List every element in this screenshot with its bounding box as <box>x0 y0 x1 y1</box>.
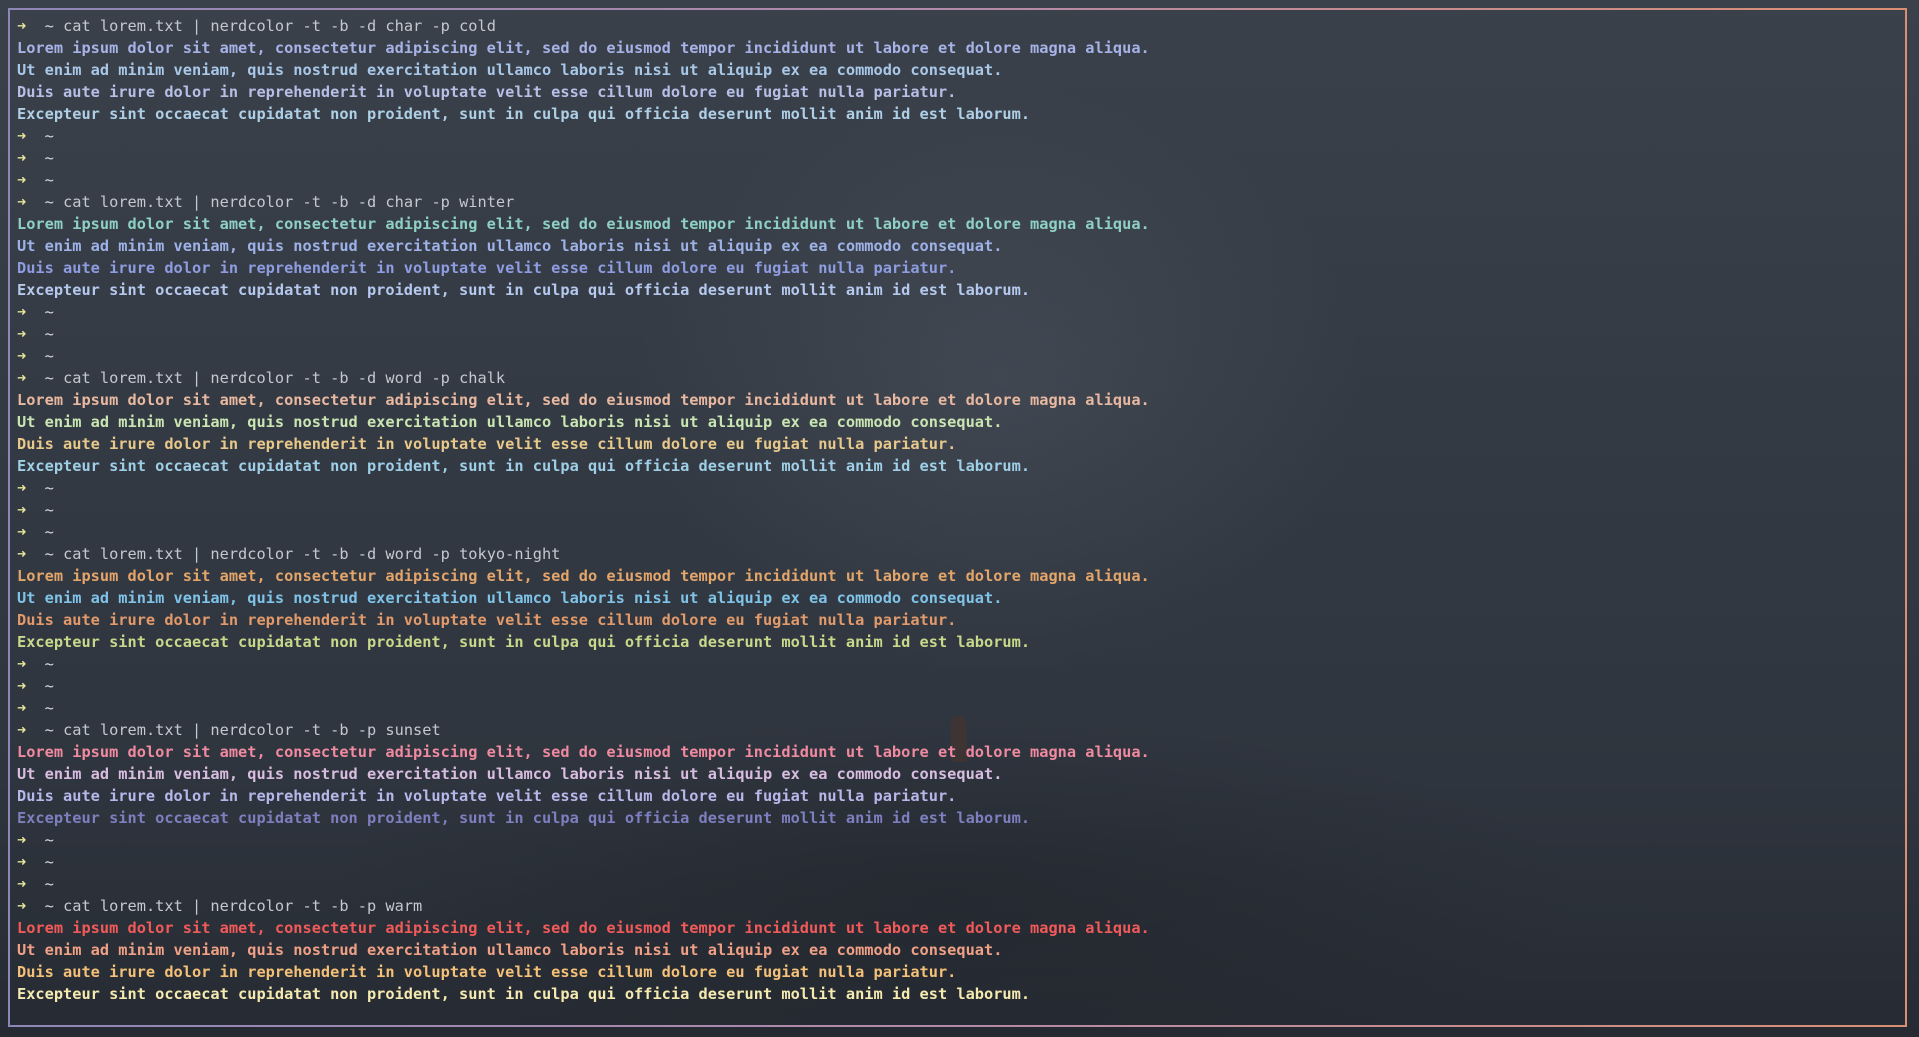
prompt-cwd: ~ <box>44 303 54 321</box>
output-line: Ut enim ad minim veniam, quis nostrud ex… <box>17 589 1003 607</box>
command-text: cat lorem.txt | nerdcolor -t -b -p warm <box>63 897 423 915</box>
prompt-cwd: ~ <box>44 853 54 871</box>
prompt-cwd: ~ <box>44 149 54 167</box>
output-line: Lorem ipsum dolor sit amet, consectetur … <box>17 567 1150 585</box>
output-line: Ut enim ad minim veniam, quis nostrud ex… <box>17 413 1003 431</box>
output-line: Ut enim ad minim veniam, quis nostrud ex… <box>17 61 1003 79</box>
empty-prompt-line: ➜ ~ <box>17 499 1897 521</box>
output-line: Duis aute irure dolor in reprehenderit i… <box>17 259 957 277</box>
prompt-arrow-icon: ➜ <box>17 699 27 717</box>
command-line: ➜ ~ cat lorem.txt | nerdcolor -t -b -d w… <box>17 367 1897 389</box>
prompt-arrow-icon: ➜ <box>17 875 27 893</box>
prompt-arrow-icon: ➜ <box>17 655 27 673</box>
output-line: Lorem ipsum dolor sit amet, consectetur … <box>17 39 1150 57</box>
prompt-cwd: ~ <box>44 545 54 563</box>
prompt-arrow-icon: ➜ <box>17 127 27 145</box>
prompt-arrow-icon: ➜ <box>17 193 27 211</box>
prompt-cwd: ~ <box>44 479 54 497</box>
prompt-cwd: ~ <box>44 369 54 387</box>
empty-prompt-line: ➜ ~ <box>17 521 1897 543</box>
output-line: Excepteur sint occaecat cupidatat non pr… <box>17 105 1031 123</box>
prompt-arrow-icon: ➜ <box>17 523 27 541</box>
prompt-arrow-icon: ➜ <box>17 897 27 915</box>
prompt-arrow-icon: ➜ <box>17 347 27 365</box>
empty-prompt-line: ➜ ~ <box>17 147 1897 169</box>
output-line: Ut enim ad minim veniam, quis nostrud ex… <box>17 941 1003 959</box>
command-line: ➜ ~ cat lorem.txt | nerdcolor -t -b -d w… <box>17 543 1897 565</box>
command-text: cat lorem.txt | nerdcolor -t -b -d word … <box>63 545 561 563</box>
prompt-cwd: ~ <box>44 501 54 519</box>
prompt-cwd: ~ <box>44 699 54 717</box>
prompt-cwd: ~ <box>44 325 54 343</box>
command-text: cat lorem.txt | nerdcolor -t -b -d word … <box>63 369 506 387</box>
prompt-cwd: ~ <box>44 17 54 35</box>
command-line: ➜ ~ cat lorem.txt | nerdcolor -t -b -p s… <box>17 719 1897 741</box>
prompt-cwd: ~ <box>44 127 54 145</box>
command-text: cat lorem.txt | nerdcolor -t -b -p sunse… <box>63 721 441 739</box>
prompt-cwd: ~ <box>44 523 54 541</box>
prompt-cwd: ~ <box>44 677 54 695</box>
prompt-cwd: ~ <box>44 347 54 365</box>
command-text: cat lorem.txt | nerdcolor -t -b -d char … <box>63 193 515 211</box>
output-line: Duis aute irure dolor in reprehenderit i… <box>17 787 957 805</box>
empty-prompt-line: ➜ ~ <box>17 125 1897 147</box>
prompt-cwd: ~ <box>44 171 54 189</box>
prompt-cwd: ~ <box>44 875 54 893</box>
output-line: Lorem ipsum dolor sit amet, consectetur … <box>17 391 1150 409</box>
empty-prompt-line: ➜ ~ <box>17 829 1897 851</box>
output-line: Lorem ipsum dolor sit amet, consectetur … <box>17 919 1150 937</box>
output-line: Duis aute irure dolor in reprehenderit i… <box>17 611 957 629</box>
output-line: Excepteur sint occaecat cupidatat non pr… <box>17 985 1031 1003</box>
output-line: Ut enim ad minim veniam, quis nostrud ex… <box>17 237 1003 255</box>
command-line: ➜ ~ cat lorem.txt | nerdcolor -t -b -d c… <box>17 191 1897 213</box>
prompt-arrow-icon: ➜ <box>17 831 27 849</box>
prompt-arrow-icon: ➜ <box>17 17 27 35</box>
empty-prompt-line: ➜ ~ <box>17 675 1897 697</box>
prompt-arrow-icon: ➜ <box>17 677 27 695</box>
empty-prompt-line: ➜ ~ <box>17 345 1897 367</box>
prompt-cwd: ~ <box>44 831 54 849</box>
prompt-arrow-icon: ➜ <box>17 721 27 739</box>
output-line: Duis aute irure dolor in reprehenderit i… <box>17 963 957 981</box>
output-line: Lorem ipsum dolor sit amet, consectetur … <box>17 743 1150 761</box>
prompt-arrow-icon: ➜ <box>17 853 27 871</box>
empty-prompt-line: ➜ ~ <box>17 301 1897 323</box>
output-line: Excepteur sint occaecat cupidatat non pr… <box>17 281 1031 299</box>
output-line: Duis aute irure dolor in reprehenderit i… <box>17 83 957 101</box>
empty-prompt-line: ➜ ~ <box>17 169 1897 191</box>
empty-prompt-line: ➜ ~ <box>17 697 1897 719</box>
output-line: Lorem ipsum dolor sit amet, consectetur … <box>17 215 1150 233</box>
output-line: Excepteur sint occaecat cupidatat non pr… <box>17 809 1031 827</box>
desktop-wallpaper: ➜ ~ cat lorem.txt | nerdcolor -t -b -d c… <box>0 0 1919 1037</box>
prompt-arrow-icon: ➜ <box>17 303 27 321</box>
prompt-cwd: ~ <box>44 655 54 673</box>
output-line: Excepteur sint occaecat cupidatat non pr… <box>17 457 1031 475</box>
prompt-arrow-icon: ➜ <box>17 325 27 343</box>
prompt-arrow-icon: ➜ <box>17 171 27 189</box>
prompt-cwd: ~ <box>44 193 54 211</box>
command-text: cat lorem.txt | nerdcolor -t -b -d char … <box>63 17 496 35</box>
terminal-output-area[interactable]: ➜ ~ cat lorem.txt | nerdcolor -t -b -d c… <box>17 15 1897 1005</box>
output-line: Excepteur sint occaecat cupidatat non pr… <box>17 633 1031 651</box>
prompt-arrow-icon: ➜ <box>17 501 27 519</box>
empty-prompt-line: ➜ ~ <box>17 323 1897 345</box>
empty-prompt-line: ➜ ~ <box>17 851 1897 873</box>
prompt-arrow-icon: ➜ <box>17 149 27 167</box>
prompt-cwd: ~ <box>44 897 54 915</box>
prompt-arrow-icon: ➜ <box>17 479 27 497</box>
prompt-arrow-icon: ➜ <box>17 545 27 563</box>
prompt-cwd: ~ <box>44 721 54 739</box>
empty-prompt-line: ➜ ~ <box>17 873 1897 895</box>
prompt-arrow-icon: ➜ <box>17 369 27 387</box>
command-line: ➜ ~ cat lorem.txt | nerdcolor -t -b -p w… <box>17 895 1897 917</box>
output-line: Duis aute irure dolor in reprehenderit i… <box>17 435 957 453</box>
empty-prompt-line: ➜ ~ <box>17 653 1897 675</box>
empty-prompt-line: ➜ ~ <box>17 477 1897 499</box>
command-line: ➜ ~ cat lorem.txt | nerdcolor -t -b -d c… <box>17 15 1897 37</box>
output-line: Ut enim ad minim veniam, quis nostrud ex… <box>17 765 1003 783</box>
